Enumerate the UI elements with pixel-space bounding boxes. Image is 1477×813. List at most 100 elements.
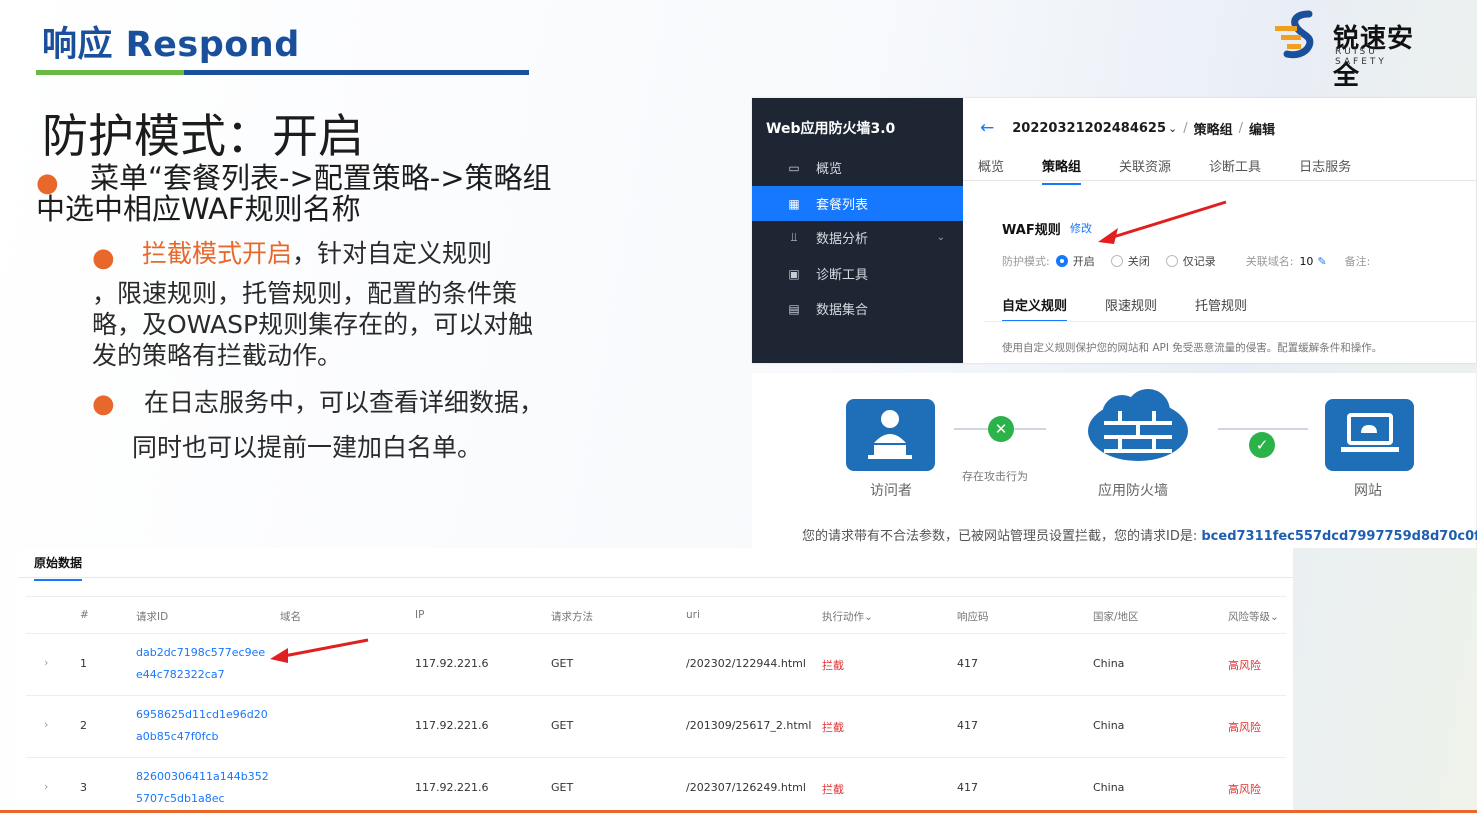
table-row[interactable]: › 1 dab2dc7198c577ec9ee e44c782322ca7 11… xyxy=(26,634,1286,696)
request-id-line2[interactable]: 5707c5db1a8ec xyxy=(136,792,225,805)
row-ip: 117.92.221.6 xyxy=(415,719,489,732)
raw-data-divider xyxy=(18,577,1293,578)
col-country: 国家/地区 xyxy=(1093,611,1139,623)
website-laptop-icon xyxy=(1325,399,1414,471)
request-id-line1[interactable]: dab2dc7198c577ec9ee xyxy=(136,646,265,659)
calendar-icon: ▤ xyxy=(788,301,800,316)
row-status-code: 417 xyxy=(957,657,978,670)
related-domain-label: 关联域名: xyxy=(1245,255,1294,268)
mode-heading: 防护模式：开启 xyxy=(42,109,364,163)
subtab-managed-rules[interactable]: 托管规则 xyxy=(1195,295,1247,322)
table-row[interactable]: › 3 82600306411a144b352 5707c5db1a8ec 11… xyxy=(26,758,1286,813)
col-risk-label: 风险等级 xyxy=(1228,611,1270,623)
chevron-down-icon[interactable]: ⌄ xyxy=(1168,122,1177,135)
block-request-id: bced7311fec557dcd7997759d8d70c0f xyxy=(1201,529,1477,544)
chart-icon: ⫫ xyxy=(790,230,798,244)
breadcrumb-group[interactable]: 策略组 xyxy=(1194,119,1233,138)
col-request-id: 请求ID xyxy=(136,611,169,623)
col-domain: 域名 xyxy=(280,611,301,623)
tabs-divider xyxy=(963,180,1476,181)
block-message: 您的请求带有不合法参数，已被网站管理员设置拦截，您的请求ID是: bced731… xyxy=(802,525,1477,544)
remark-label: 备注: xyxy=(1344,255,1371,268)
col-action-label: 执行动作 xyxy=(822,611,864,623)
radio-icon xyxy=(1110,255,1123,267)
chevron-down-icon: ⌄ xyxy=(864,611,873,623)
sidebar-item-label: 诊断工具 xyxy=(816,268,869,283)
connector-line xyxy=(1218,428,1308,430)
radio-checked-icon xyxy=(1055,255,1068,267)
mode-option-on[interactable]: 开启 xyxy=(1055,253,1095,269)
request-id-line1[interactable]: 6958625d11cd1e96d20 xyxy=(136,708,268,721)
col-status-code: 响应码 xyxy=(957,611,989,623)
row-method: GET xyxy=(551,719,574,732)
row-method: GET xyxy=(551,657,574,670)
row-action: 拦截 xyxy=(822,783,844,796)
website-label: 网站 xyxy=(1354,483,1382,499)
console-sidebar: Web应用防火墙3.0 ▭ 概览 ▦ 套餐列表 ⫫ 数据分析 ⌄ ▣ 诊断工具 … xyxy=(752,98,963,363)
bullet-block-mode: 拦截模式开启，针对自定义规则 ，限速规则，托管规则，配置的条件策略，及OWASP… xyxy=(92,236,552,371)
row-uri: /201309/25617_2.html xyxy=(686,719,812,732)
mode-label: 防护模式: xyxy=(1002,255,1050,268)
subtab-custom-rules[interactable]: 自定义规则 xyxy=(1002,295,1068,322)
subtab-rate-limit-rules[interactable]: 限速规则 xyxy=(1105,295,1157,322)
expand-chevron-icon[interactable]: › xyxy=(44,656,48,669)
row-ip: 117.92.221.6 xyxy=(415,781,489,794)
block-message-text: 您的请求带有不合法参数，已被网站管理员设置拦截，您的请求ID是: xyxy=(802,529,1198,544)
mode-option-off[interactable]: 关闭 xyxy=(1110,253,1150,269)
logo-mark-icon xyxy=(1275,10,1314,59)
waf-label: 应用防火墙 xyxy=(1098,483,1168,499)
bullet-block-mode-rest: ，限速规则，托管规则，配置的条件策略，及OWASP规则集存在的，可以对触发的策略… xyxy=(92,279,534,370)
radio-icon xyxy=(1165,255,1178,267)
row-index: 2 xyxy=(80,719,87,732)
row-risk: 高风险 xyxy=(1228,721,1261,734)
blocked-x-icon: ✕ xyxy=(988,416,1014,442)
table-header: # 请求ID 域名 IP 请求方法 uri 执行动作⌄ 响应码 国家/地区 风险… xyxy=(26,596,1286,634)
sidebar-item-diagnose[interactable]: ▣ 诊断工具 xyxy=(752,256,963,291)
expand-chevron-icon[interactable]: › xyxy=(44,718,48,731)
raw-data-panel: 原始数据 # 请求ID 域名 IP 请求方法 uri 执行动作⌄ 响应码 国家/… xyxy=(18,548,1293,813)
pencil-icon[interactable]: ✎ xyxy=(1317,255,1326,268)
sidebar-item-overview[interactable]: ▭ 概览 xyxy=(752,150,963,185)
title-underline-blue xyxy=(184,70,529,75)
attack-label: 存在攻击行为 xyxy=(962,470,1028,483)
visitor-icon xyxy=(846,399,935,471)
request-id-line2[interactable]: e44c782322ca7 xyxy=(136,668,225,681)
mode-option-label: 仅记录 xyxy=(1182,255,1216,268)
request-id-line2[interactable]: a0b85c47f0fcb xyxy=(136,730,219,743)
back-arrow-icon[interactable]: ← xyxy=(980,118,994,138)
row-method: GET xyxy=(551,781,574,794)
breadcrumb-separator: / xyxy=(1183,120,1188,136)
bullet-dot: ● xyxy=(92,389,115,419)
expand-chevron-icon[interactable]: › xyxy=(44,780,48,793)
visitor-person-icon xyxy=(868,410,912,459)
row-uri: /202307/126249.html xyxy=(686,781,806,794)
mode-option-label: 开启 xyxy=(1072,255,1095,268)
row-action: 拦截 xyxy=(822,659,844,672)
card-title: WAF规则 xyxy=(1002,223,1061,238)
col-action[interactable]: 执行动作⌄ xyxy=(822,609,873,624)
row-risk: 高风险 xyxy=(1228,659,1261,672)
col-index: # xyxy=(80,609,89,621)
check-icon: ✓ xyxy=(1249,432,1275,458)
sidebar-item-package-list[interactable]: ▦ 套餐列表 xyxy=(752,186,963,221)
request-id-line1[interactable]: 82600306411a144b352 xyxy=(136,770,269,783)
mode-option-log-only[interactable]: 仅记录 xyxy=(1165,253,1216,269)
row-country: China xyxy=(1093,781,1125,794)
table-row[interactable]: › 2 6958625d11cd1e96d20 a0b85c47f0fcb 11… xyxy=(26,696,1286,758)
chevron-down-icon: ⌄ xyxy=(936,232,945,243)
protection-mode-row: 防护模式: 开启 关闭 仅记录 关联域名: 10 ✎ 备注: xyxy=(1002,253,1376,269)
sidebar-item-data-analysis[interactable]: ⫫ 数据分析 ⌄ xyxy=(752,220,963,255)
row-risk: 高风险 xyxy=(1228,783,1261,796)
sidebar-item-data-collection[interactable]: ▤ 数据集合 xyxy=(752,291,963,326)
mode-option-label: 关闭 xyxy=(1127,255,1150,268)
breadcrumb-id[interactable]: 20220321202484625 xyxy=(1012,121,1166,136)
visitor-label: 访问者 xyxy=(870,483,912,499)
bullet-log-service: 在日志服务中，可以查看详细数据，同时也可以提前一建加白名单。 xyxy=(132,388,545,462)
logo-text-en: RUISU SAFETY xyxy=(1335,47,1387,67)
waf-console-screenshot: Web应用防火墙3.0 ▭ 概览 ▦ 套餐列表 ⫫ 数据分析 ⌄ ▣ 诊断工具 … xyxy=(752,98,1476,363)
col-uri: uri xyxy=(686,609,700,621)
row-ip: 117.92.221.6 xyxy=(415,657,489,670)
col-risk[interactable]: 风险等级⌄ xyxy=(1228,609,1279,624)
bullet-menu-path: 菜单“套餐列表->配置策略->策略组中选中相应WAF规则名称 xyxy=(36,161,552,226)
edit-link[interactable]: 修改 xyxy=(1070,220,1092,236)
